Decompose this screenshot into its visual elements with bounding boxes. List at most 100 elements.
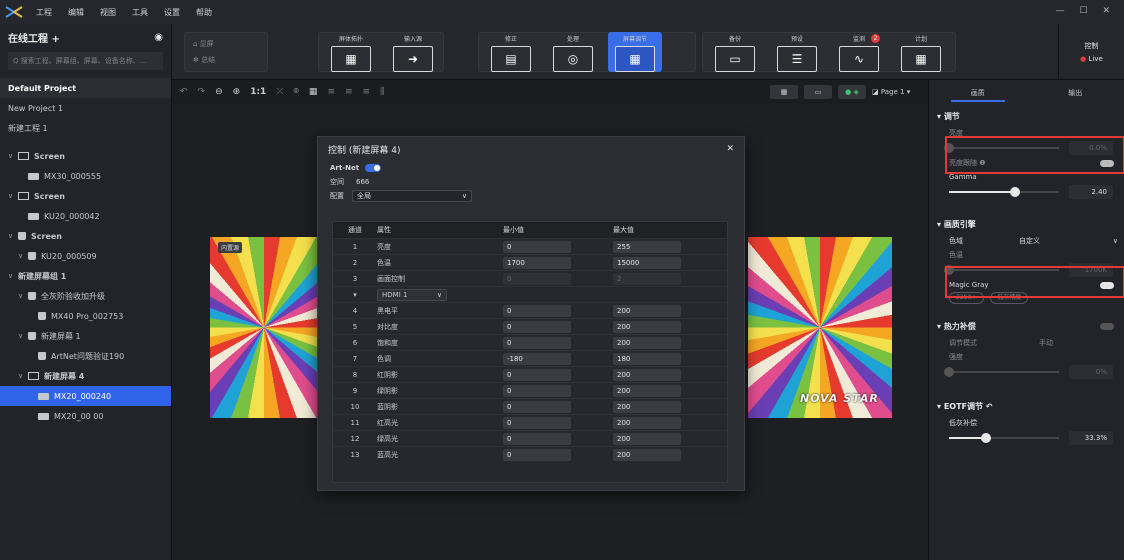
status-dot-icon[interactable]: ● ◈ bbox=[838, 85, 866, 99]
min-value-input[interactable]: 1700 bbox=[503, 256, 571, 269]
max-value-input[interactable]: 200 bbox=[613, 416, 681, 429]
max-value-input[interactable]: 200 bbox=[613, 368, 681, 381]
min-value-input[interactable]: 0 bbox=[503, 400, 571, 413]
zoom-in-icon[interactable]: ⊕ bbox=[233, 87, 241, 97]
close-icon[interactable]: ✕ bbox=[726, 144, 734, 154]
toolbar-button[interactable]: 输入源 ➜ bbox=[386, 32, 440, 72]
distribute-icon[interactable]: ⫼ bbox=[380, 87, 384, 97]
monitor-view-icon[interactable]: ▭ bbox=[804, 85, 832, 99]
tree-item[interactable]: ∨ Screen bbox=[0, 186, 171, 206]
lowgray-value[interactable]: 33.3% bbox=[1069, 431, 1113, 445]
chevron-down-icon[interactable]: ∨ bbox=[18, 372, 28, 380]
min-value-input[interactable]: 0 bbox=[503, 448, 571, 461]
tree-item[interactable]: ∨ 新建屏幕组 1 bbox=[0, 266, 171, 286]
max-value-input[interactable]: 15000 bbox=[613, 256, 681, 269]
slider-knob[interactable] bbox=[980, 433, 991, 443]
max-value-input[interactable]: 200 bbox=[613, 384, 681, 397]
chevron-down-icon[interactable]: ∨ bbox=[18, 252, 28, 260]
zoom-1to1-button[interactable]: 1:1 bbox=[250, 87, 266, 97]
fit-icon[interactable]: ⤫ bbox=[276, 87, 283, 97]
chevron-down-icon[interactable]: ∨ bbox=[8, 152, 18, 160]
tree-item[interactable]: ∨ KU20_000509 bbox=[0, 246, 171, 266]
chevron-down-icon[interactable]: ∨ bbox=[18, 292, 28, 300]
reset-icon[interactable]: ↶ bbox=[986, 402, 993, 411]
max-value-input[interactable]: 255 bbox=[613, 240, 681, 253]
section-eotf[interactable]: ▾ EOTF调节 ↶ bbox=[929, 396, 1124, 416]
max-value-input[interactable]: 200 bbox=[613, 448, 681, 461]
min-value-input[interactable]: 0 bbox=[503, 240, 571, 253]
eye-icon[interactable]: ◉ bbox=[154, 32, 163, 43]
artnet-toggle[interactable] bbox=[365, 164, 382, 172]
online-project-title[interactable]: 在线工程 + bbox=[8, 30, 60, 45]
min-value-input[interactable]: 0 bbox=[503, 368, 571, 381]
menu-project[interactable]: 工程 bbox=[28, 7, 60, 18]
lowgray-slider[interactable]: 33.3% bbox=[929, 430, 1124, 446]
chevron-down-icon[interactable]: ▾ bbox=[333, 291, 377, 299]
max-value-input[interactable]: 200 bbox=[613, 400, 681, 413]
align-right-icon[interactable]: ≡ bbox=[363, 87, 371, 97]
heat-mode-select[interactable]: 手动 bbox=[1039, 338, 1053, 348]
tree-item[interactable]: ArtNet问题验证190 bbox=[0, 346, 171, 366]
section-adjust[interactable]: ▾ 调节 bbox=[929, 106, 1124, 126]
grid-view-icon[interactable]: ▦ bbox=[770, 85, 798, 99]
min-value-input[interactable]: 0 bbox=[503, 432, 571, 445]
gamma-value[interactable]: 2.40 bbox=[1069, 185, 1113, 199]
toolbar-button[interactable]: 计划 ▦ bbox=[894, 32, 948, 72]
toolbar-button[interactable]: 预设 ☰ bbox=[770, 32, 824, 72]
menu-help[interactable]: 帮助 bbox=[188, 7, 220, 18]
section-heat-comp[interactable]: ▾ 热力补偿 bbox=[929, 316, 1124, 336]
space-value[interactable]: 666 bbox=[356, 178, 369, 186]
project-item[interactable]: Default Project bbox=[0, 78, 171, 98]
window-controls[interactable]: — ☐ ✕ bbox=[1056, 6, 1116, 16]
chevron-down-icon[interactable]: ∨ bbox=[18, 332, 28, 340]
tree-item[interactable]: ∨ 新建屏幕 1 bbox=[0, 326, 171, 346]
align-left-icon[interactable]: ≡ bbox=[327, 87, 335, 97]
tree-item[interactable]: MX20_000240 bbox=[0, 386, 171, 406]
zoom-out-icon[interactable]: ⊖ bbox=[215, 87, 223, 97]
align-center-icon[interactable]: ≡ bbox=[345, 87, 353, 97]
tree-item[interactable]: MX30_000555 bbox=[0, 166, 171, 186]
tab-output[interactable]: 输出 bbox=[1027, 80, 1124, 106]
screen-preview-left[interactable] bbox=[210, 237, 318, 418]
layout-icon[interactable]: ▦ bbox=[309, 87, 318, 97]
slider-knob[interactable] bbox=[1010, 187, 1020, 197]
redo-icon[interactable]: ↷ bbox=[198, 87, 206, 97]
toolbar-button[interactable]: 修正 ▤ bbox=[484, 32, 538, 72]
chevron-down-icon[interactable]: ∨ bbox=[8, 272, 18, 280]
focus-icon[interactable]: ⌾ bbox=[294, 87, 299, 97]
menu-view[interactable]: 视图 bbox=[92, 7, 124, 18]
project-item[interactable]: New Project 1 bbox=[0, 98, 171, 118]
gamma-slider[interactable]: 2.40 bbox=[929, 184, 1124, 200]
search-input[interactable]: Q 搜索工程、屏幕组、屏幕、设备名称、... bbox=[8, 52, 163, 70]
chevron-down-icon[interactable]: ∨ bbox=[8, 232, 18, 240]
min-value-input[interactable]: 0 bbox=[503, 304, 571, 317]
menu-tools[interactable]: 工具 bbox=[124, 7, 156, 18]
max-value-input[interactable]: 2 bbox=[613, 272, 681, 285]
max-value-input[interactable]: 200 bbox=[613, 336, 681, 349]
screen-preview-right[interactable] bbox=[748, 237, 892, 418]
toolbar-button[interactable]: 屏体拓扑 ▦ bbox=[324, 32, 378, 72]
slider-knob[interactable] bbox=[944, 367, 954, 377]
summary-toggle[interactable]: ✻ 总结 bbox=[193, 55, 215, 65]
heat-comp-toggle[interactable] bbox=[1100, 323, 1114, 330]
min-value-input[interactable]: 0 bbox=[503, 272, 571, 285]
min-value-input[interactable]: 0 bbox=[503, 320, 571, 333]
max-value-input[interactable]: 180 bbox=[613, 352, 681, 365]
input-select[interactable]: HDMI 1 ∨ bbox=[377, 288, 447, 301]
heat-strength-slider[interactable]: 0% bbox=[929, 364, 1124, 380]
tree-item[interactable]: MX40 Pro_002753 bbox=[0, 306, 171, 326]
min-value-input[interactable]: 0 bbox=[503, 384, 571, 397]
min-value-input[interactable]: 0 bbox=[503, 336, 571, 349]
undo-icon[interactable]: ↶ bbox=[180, 87, 188, 97]
min-value-input[interactable]: 0 bbox=[503, 416, 571, 429]
tab-quality[interactable]: 画质 bbox=[929, 80, 1027, 106]
tree-item[interactable]: ∨ 全灰阶验收加升级 bbox=[0, 286, 171, 306]
config-select[interactable]: 全局 ∨ bbox=[352, 190, 472, 202]
max-value-input[interactable]: 200 bbox=[613, 304, 681, 317]
display-toggle[interactable]: ⌂ 显屏 bbox=[193, 39, 214, 49]
heat-value[interactable]: 0% bbox=[1069, 365, 1113, 379]
project-item[interactable]: 新建工程 1 bbox=[0, 118, 171, 138]
menu-settings[interactable]: 设置 bbox=[156, 7, 188, 18]
max-value-input[interactable]: 200 bbox=[613, 320, 681, 333]
control-live[interactable]: 控制 ● Live bbox=[1058, 24, 1124, 80]
